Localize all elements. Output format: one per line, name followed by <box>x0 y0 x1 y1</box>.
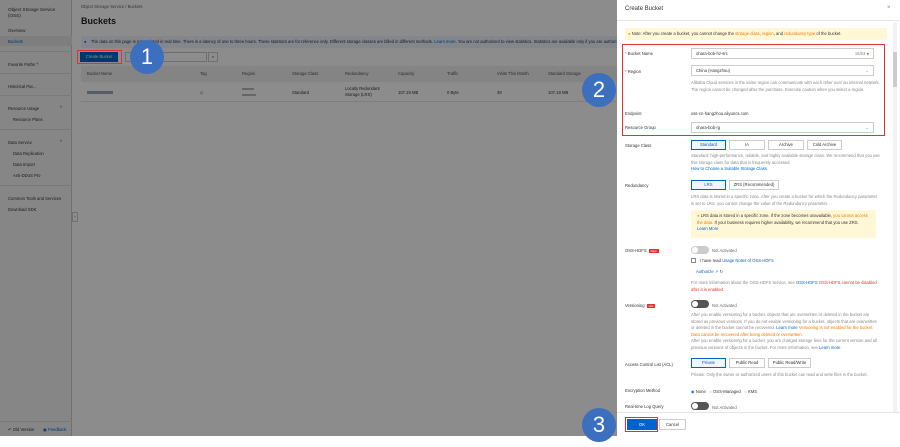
create-bucket-drawer: Create Bucket × ● Note: After you create… <box>617 0 900 436</box>
oss-hdfs-toggle[interactable] <box>691 246 709 254</box>
radio-oss-managed[interactable]: ○ <box>709 389 712 394</box>
storage-class-cold-archive[interactable]: Cold Archive <box>807 140 842 150</box>
radio-kms[interactable]: ○ <box>744 389 747 394</box>
learn-more-link[interactable]: Learn more <box>819 345 840 350</box>
acl-private[interactable]: Private <box>691 358 726 368</box>
encryption-label: Encryption Method <box>625 388 660 393</box>
step-marker-2: 2 <box>582 73 616 107</box>
versioning-label: Versioning Hot <box>625 303 656 308</box>
region-help: Alibaba Cloud services in the same regio… <box>691 80 880 92</box>
cancel-button[interactable]: Cancel <box>659 419 686 430</box>
check-icon: ● <box>866 51 869 56</box>
region-label: * Region <box>625 69 642 74</box>
refresh-icon: ↻ <box>719 269 724 274</box>
step-marker-3: 3 <box>582 408 616 442</box>
oss-hdfs-info: For more information about the OSS-HDFS … <box>691 280 877 292</box>
drawer-title: Create Bucket <box>625 6 664 12</box>
redundancy-lrs[interactable]: LRS <box>691 180 726 190</box>
oss-hdfs-link[interactable]: OSS-HDFS <box>796 280 818 285</box>
usage-notes-checkbox[interactable] <box>691 258 696 263</box>
acl-help: Private: Only the owner or authorized us… <box>691 372 868 377</box>
acl-public-read[interactable]: Public Read <box>729 358 765 368</box>
redundancy-help: LRS data is stored in a specific zone. A… <box>691 194 878 206</box>
endpoint-label: Endpoint <box>625 111 642 116</box>
endpoint-value: oss-cn-hangzhou.aliyuncs.com <box>691 111 749 116</box>
usage-notes-link[interactable]: Usage Notes of OSS-HDFS <box>722 258 774 263</box>
authorize-link[interactable]: Authorize ↗ ↻ <box>696 269 723 274</box>
bucket-name-input[interactable]: ohara-bob-hz-src 16/63 ● <box>691 48 874 59</box>
scrollbar[interactable] <box>893 22 897 412</box>
new-badge: New <box>648 248 659 253</box>
oss-hdfs-status: Not Activated <box>712 248 737 253</box>
chevron-down-icon: ⌄ <box>865 125 869 130</box>
storage-class-standard[interactable]: Standard <box>691 140 726 150</box>
region-select[interactable]: China (Hangzhou) ⌄ <box>691 65 874 76</box>
redundancy-zrs[interactable]: ZRS (Recommended) <box>729 180 779 190</box>
acl-label: Access Control List (ACL) <box>625 362 673 367</box>
acl-public-read-write[interactable]: Public Read/Write <box>768 358 811 368</box>
versioning-help: After you enable versioning for a bucket… <box>691 312 877 350</box>
log-query-toggle[interactable] <box>691 402 709 410</box>
oss-hdfs-label: OSS-HDFS New <box>625 248 659 253</box>
redundancy-warning: ● LRS data is stored in a specific zone.… <box>691 210 876 238</box>
log-query-status: Not Activated <box>712 405 737 410</box>
step-marker-1: 1 <box>130 40 164 74</box>
note-banner: ● Note: After you create a bucket, you c… <box>625 28 887 40</box>
warning-icon: ● <box>697 213 700 218</box>
log-query-label: Real-time Log Query <box>625 404 664 409</box>
storage-class-label: Storage Class <box>625 143 652 148</box>
encryption-radio-group: ◉ None ○ OSS-Managed ○ KMS <box>691 389 758 394</box>
bucket-name-label: * Bucket Name <box>625 51 653 56</box>
resource-group-label: Resource Group <box>625 125 656 130</box>
versioning-toggle[interactable] <box>691 300 709 308</box>
chevron-down-icon: ⌄ <box>865 68 869 73</box>
highlight-create-bucket <box>77 50 122 64</box>
external-link-icon: ↗ <box>714 269 719 274</box>
hot-badge: Hot <box>646 303 656 308</box>
storage-class-archive[interactable]: Archive <box>768 140 804 150</box>
warning-icon: ● <box>628 31 631 36</box>
highlight-ok <box>625 417 658 432</box>
storage-class-guide-link[interactable]: How to Choose a Suitable Storage Class <box>691 166 767 171</box>
learn-more-link[interactable]: Learn more <box>776 325 797 330</box>
storage-class-ia[interactable]: IA <box>729 140 765 150</box>
radio-none[interactable]: ◉ <box>691 389 695 394</box>
redundancy-label: Redundancy <box>625 183 649 188</box>
close-icon[interactable]: × <box>887 5 891 11</box>
learn-more-link[interactable]: Learn More <box>697 226 718 231</box>
storage-class-help: Standard: high-performance, reliable, an… <box>691 153 880 165</box>
resource-group-select[interactable]: ohara-bob-rg ⌄ <box>691 122 874 133</box>
versioning-status: Not Activated <box>712 303 737 308</box>
